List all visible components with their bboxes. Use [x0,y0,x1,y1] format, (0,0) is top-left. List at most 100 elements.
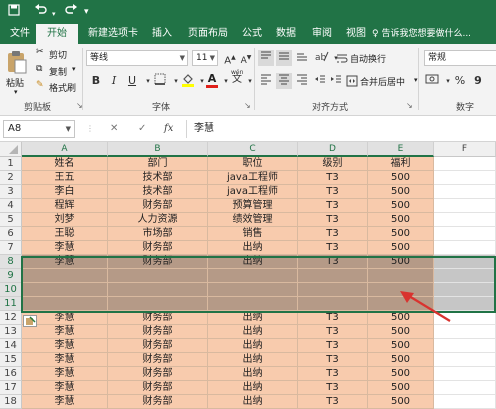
row-header[interactable]: 11 [0,297,22,311]
table-cell[interactable]: 财务部 [108,353,208,367]
merge-center-button[interactable]: 合并后居中 ▾ [346,73,424,89]
table-cell[interactable] [298,283,368,297]
table-cell[interactable]: 出纳 [208,339,298,353]
table-cell[interactable]: 部门 [108,157,208,171]
column-header-e[interactable]: E [368,142,434,157]
tab-home[interactable]: 开始 [36,24,78,44]
table-cell[interactable]: T3 [298,353,368,367]
row-header[interactable]: 2 [0,171,22,185]
table-cell[interactable] [434,339,496,353]
row-header[interactable]: 18 [0,395,22,409]
table-cell[interactable] [108,297,208,311]
table-cell[interactable]: T3 [298,255,368,269]
table-cell[interactable]: 李慧 [22,381,108,395]
table-cell[interactable]: 财务部 [108,199,208,213]
table-cell[interactable]: 李慧 [22,353,108,367]
table-cell[interactable] [434,353,496,367]
table-cell[interactable]: T3 [298,171,368,185]
decrease-indent-button[interactable] [312,73,328,89]
increase-indent-button[interactable] [328,73,344,89]
table-cell[interactable]: T3 [298,381,368,395]
row-header[interactable]: 9 [0,269,22,283]
row-header[interactable]: 13 [0,325,22,339]
table-cell[interactable]: 李慧 [22,339,108,353]
row-header[interactable]: 10 [0,283,22,297]
table-cell[interactable]: 李白 [22,185,108,199]
row-header[interactable]: 3 [0,185,22,199]
decrease-font-icon[interactable]: A▼ [238,50,254,66]
table-cell[interactable]: T3 [298,213,368,227]
align-top-button[interactable] [258,50,274,66]
table-cell[interactable]: T3 [298,199,368,213]
copy-dropdown-icon[interactable]: ▾ [72,65,76,73]
bold-button[interactable]: B [88,73,104,89]
tell-me-search[interactable]: ♀ 告诉我您想要做什么... [372,24,471,44]
table-cell[interactable]: java工程师 [208,171,298,185]
table-cell[interactable] [108,269,208,283]
table-cell[interactable]: 财务部 [108,381,208,395]
undo-icon[interactable] [34,4,48,19]
table-cell[interactable] [434,269,496,283]
chevron-down-icon[interactable]: ▼ [66,121,71,137]
merge-dropdown-icon[interactable]: ▾ [414,76,418,84]
cut-button[interactable]: ✂ 剪切 [36,47,76,61]
table-cell[interactable]: 市场部 [108,227,208,241]
table-cell[interactable] [108,283,208,297]
table-cell[interactable]: 500 [368,199,434,213]
table-cell[interactable]: 姓名 [22,157,108,171]
table-cell[interactable]: 李慧 [22,241,108,255]
column-header-a[interactable]: A [22,142,108,157]
column-header-f[interactable]: F [434,142,496,157]
table-cell[interactable]: 技术部 [108,171,208,185]
row-header[interactable]: 16 [0,367,22,381]
table-cell[interactable]: 刘梦 [22,213,108,227]
table-cell[interactable]: 出纳 [208,325,298,339]
row-header[interactable]: 4 [0,199,22,213]
table-cell[interactable]: 人力资源 [108,213,208,227]
table-cell[interactable]: T3 [298,325,368,339]
row-header[interactable]: 12 [0,311,22,325]
table-cell[interactable]: T3 [298,241,368,255]
cancel-icon[interactable]: ✕ [110,120,118,138]
confirm-icon[interactable]: ✓ [138,120,146,138]
paste-button[interactable]: 粘贴 ▾ [6,50,30,96]
table-cell[interactable]: 王五 [22,171,108,185]
table-cell[interactable]: 程辉 [22,199,108,213]
number-format-select[interactable]: 常规 [424,50,496,66]
table-cell[interactable]: 500 [368,353,434,367]
table-cell[interactable]: T3 [298,227,368,241]
select-all-corner[interactable] [0,142,22,157]
table-cell[interactable] [434,227,496,241]
table-cell[interactable] [22,283,108,297]
table-cell[interactable]: 李慧 [22,395,108,409]
table-cell[interactable]: T3 [298,339,368,353]
table-cell[interactable]: 500 [368,367,434,381]
table-cell[interactable]: 技术部 [108,185,208,199]
table-cell[interactable] [298,297,368,311]
font-launcher-icon[interactable]: ↘ [244,101,251,110]
table-cell[interactable] [368,269,434,283]
table-cell[interactable]: 销售 [208,227,298,241]
table-cell[interactable]: 财务部 [108,339,208,353]
font-size-select[interactable]: 11 ▼ [192,50,218,66]
table-cell[interactable]: T3 [298,395,368,409]
align-left-button[interactable] [258,73,274,89]
table-cell[interactable]: 出纳 [208,241,298,255]
row-header[interactable]: 14 [0,339,22,353]
row-header[interactable]: 15 [0,353,22,367]
align-middle-button[interactable] [276,50,292,66]
table-cell[interactable]: 500 [368,339,434,353]
table-cell[interactable]: 财务部 [108,395,208,409]
tab-view[interactable]: 视图 [342,24,370,44]
increase-font-icon[interactable]: A▲ [222,50,238,66]
redo-icon[interactable] [64,4,78,19]
table-cell[interactable] [208,283,298,297]
currency-button[interactable] [424,73,440,89]
paste-options-icon[interactable] [23,315,37,327]
table-cell[interactable]: 李慧 [22,367,108,381]
table-cell[interactable] [22,297,108,311]
fx-icon[interactable]: fx [164,120,173,138]
tab-file[interactable]: 文件 [6,24,34,44]
table-cell[interactable]: 出纳 [208,353,298,367]
table-cell[interactable]: 出纳 [208,381,298,395]
